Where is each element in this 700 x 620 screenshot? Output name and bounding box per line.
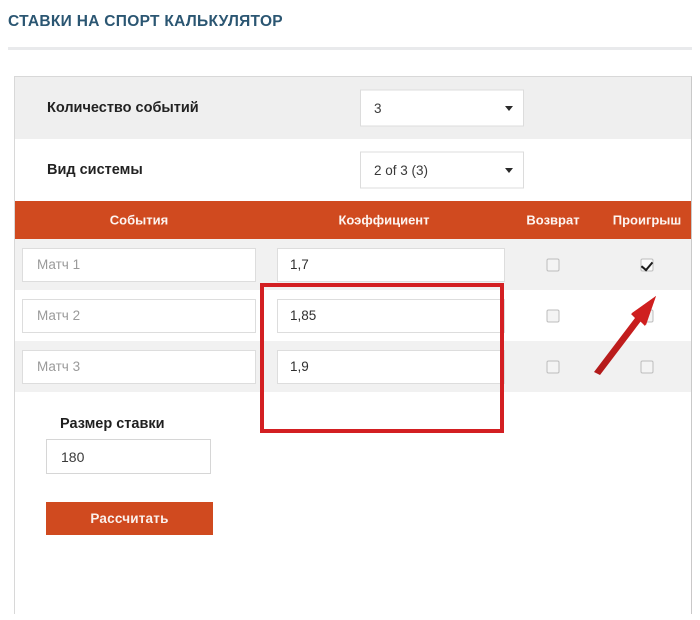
- stake-label: Размер ставки: [60, 416, 165, 432]
- table-row: Матч 1 1,7: [15, 239, 691, 290]
- return-checkbox[interactable]: [546, 360, 560, 373]
- event-count-label: Количество событий: [47, 100, 199, 116]
- header-divider: [8, 47, 692, 50]
- cell-loss: [601, 239, 693, 290]
- loss-checkbox[interactable]: [640, 309, 654, 322]
- column-header-loss: Проигрыш: [612, 212, 682, 228]
- column-header-events: События: [109, 212, 169, 228]
- coefficient-input[interactable]: 1,85: [277, 298, 505, 333]
- setting-row-event-count: Количество событий 3: [15, 77, 691, 139]
- event-name-input[interactable]: Матч 3: [22, 349, 256, 384]
- cell-coefficient: 1,9: [263, 341, 505, 392]
- event-count-select-value: 3: [374, 100, 382, 116]
- cell-loss: [601, 290, 693, 341]
- cell-return: [505, 290, 601, 341]
- return-checkbox[interactable]: [546, 309, 560, 322]
- column-header-coefficient: Коэффициент: [338, 212, 430, 228]
- loss-checkbox[interactable]: [640, 258, 654, 271]
- cell-event: Матч 3: [15, 341, 263, 392]
- coefficient-input[interactable]: 1,7: [277, 247, 505, 282]
- system-type-select[interactable]: 2 of 3 (3): [360, 151, 524, 189]
- calculator-page: СТАВКИ НА СПОРТ КАЛЬКУЛЯТОР Количество с…: [0, 0, 700, 620]
- column-header-return: Возврат: [526, 212, 580, 228]
- page-title: СТАВКИ НА СПОРТ КАЛЬКУЛЯТОР: [8, 13, 283, 30]
- bets-table-header: События Коэффициент Возврат Проигрыш: [15, 201, 691, 239]
- cell-event: Матч 1: [15, 239, 263, 290]
- chevron-down-icon: [505, 167, 513, 173]
- system-type-label: Вид системы: [47, 162, 143, 178]
- table-row: Матч 3 1,9: [15, 341, 691, 392]
- cell-event: Матч 2: [15, 290, 263, 341]
- calculator-card: Количество событий 3 Вид системы 2 of 3 …: [14, 76, 692, 614]
- cell-return: [505, 239, 601, 290]
- coefficient-input[interactable]: 1,9: [277, 349, 505, 384]
- setting-row-system-type: Вид системы 2 of 3 (3): [15, 139, 691, 201]
- table-row: Матч 2 1,85: [15, 290, 691, 341]
- calculate-button[interactable]: Рассчитать: [46, 502, 213, 535]
- cell-coefficient: 1,7: [263, 239, 505, 290]
- event-name-input[interactable]: Матч 1: [22, 247, 256, 282]
- cell-loss: [601, 341, 693, 392]
- page-header: СТАВКИ НА СПОРТ КАЛЬКУЛЯТОР: [0, 0, 700, 54]
- event-count-select[interactable]: 3: [360, 89, 524, 127]
- return-checkbox[interactable]: [546, 258, 560, 271]
- stake-amount-input[interactable]: 180: [46, 439, 211, 474]
- event-name-input[interactable]: Матч 2: [22, 298, 256, 333]
- cell-coefficient: 1,85: [263, 290, 505, 341]
- bets-table: События Коэффициент Возврат Проигрыш Мат…: [15, 201, 691, 392]
- chevron-down-icon: [505, 105, 513, 111]
- system-type-select-value: 2 of 3 (3): [374, 162, 429, 178]
- loss-checkbox[interactable]: [640, 360, 654, 373]
- stake-section: Размер ставки 180 Рассчитать: [15, 392, 691, 547]
- cell-return: [505, 341, 601, 392]
